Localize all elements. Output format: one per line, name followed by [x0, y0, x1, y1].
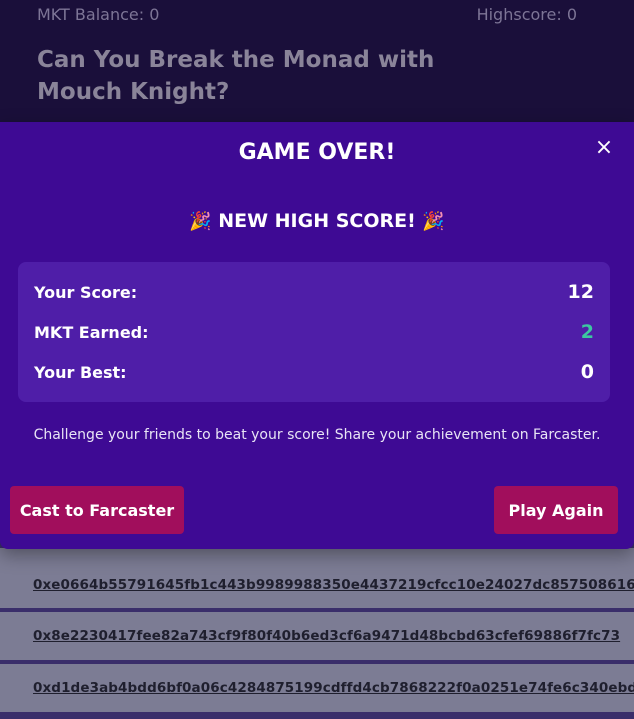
list-item: 0x8e2230417fee82a743cf9f80f40b6ed3cf6a94…	[0, 612, 634, 660]
score-row-your-best: Your Best: 0	[34, 352, 594, 392]
new-high-score-text: NEW HIGH SCORE!	[218, 210, 416, 232]
party-popper-icon: 🎉	[189, 211, 212, 232]
score-row-mkt-earned: MKT Earned: 2	[34, 312, 594, 352]
transaction-list: 0xe0664b55791645fb1c443b9989988350e44372…	[0, 548, 634, 716]
page-header: MKT Balance: 0 Highscore: 0 Can You Brea…	[0, 0, 634, 122]
score-row-your-score: Your Score: 12	[34, 272, 594, 312]
mkt-balance: MKT Balance: 0	[37, 5, 160, 24]
party-popper-icon: 🎉	[422, 211, 445, 232]
play-again-button[interactable]: Play Again	[494, 486, 618, 534]
challenge-text: Challenge your friends to beat your scor…	[33, 427, 601, 443]
transaction-link[interactable]: 0xe0664b55791645fb1c443b9989988350e44372…	[33, 577, 634, 593]
score-label: Your Score:	[34, 282, 138, 302]
game-over-modal: GAME OVER! × 🎉 NEW HIGH SCORE! 🎉 Your Sc…	[0, 122, 634, 549]
highscore: Highscore: 0	[476, 5, 577, 24]
score-value: 12	[567, 281, 594, 303]
transaction-link[interactable]: 0xd1de3ab4bdd6bf0a06c4284875199cdffd4cb7…	[33, 680, 634, 696]
modal-title: GAME OVER!	[238, 140, 396, 165]
stats-bar: MKT Balance: 0 Highscore: 0	[37, 5, 577, 24]
mkt-earned-value: 2	[580, 321, 594, 343]
close-icon[interactable]: ×	[592, 136, 616, 160]
mkt-earned-label: MKT Earned:	[34, 322, 149, 342]
list-item: 0xd1de3ab4bdd6bf0a06c4284875199cdffd4cb7…	[0, 664, 634, 712]
best-label: Your Best:	[34, 362, 127, 382]
new-high-score-banner: 🎉 NEW HIGH SCORE! 🎉	[0, 210, 634, 232]
best-value: 0	[580, 361, 594, 383]
score-card: Your Score: 12 MKT Earned: 2 Your Best: …	[18, 262, 610, 402]
page-title: Can You Break the Monad with Mouch Knigh…	[37, 47, 435, 105]
cast-to-farcaster-button[interactable]: Cast to Farcaster	[10, 486, 184, 534]
transaction-link[interactable]: 0x8e2230417fee82a743cf9f80f40b6ed3cf6a94…	[33, 628, 620, 644]
list-item: 0xe0664b55791645fb1c443b9989988350e44372…	[0, 548, 634, 608]
